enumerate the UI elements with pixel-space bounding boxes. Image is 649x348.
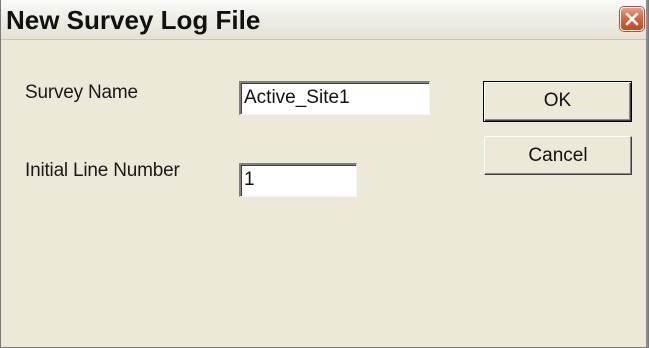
survey-name-field[interactable] xyxy=(239,81,430,115)
ok-button[interactable]: OK xyxy=(483,81,632,122)
close-button[interactable] xyxy=(620,7,644,31)
ok-button-label: OK xyxy=(543,90,572,111)
survey-name-label: Survey Name xyxy=(25,82,138,103)
cancel-button-label: Cancel xyxy=(528,145,588,166)
dialog-title: New Survey Log File xyxy=(6,5,261,35)
initial-line-number-field[interactable] xyxy=(239,163,357,197)
initial-line-number-label: Initial Line Number xyxy=(25,160,180,181)
initial-line-number-input[interactable] xyxy=(244,168,351,192)
new-survey-log-dialog: New Survey Log File Survey Name Initial … xyxy=(0,0,649,348)
title-bar[interactable]: New Survey Log File xyxy=(1,0,648,40)
window-border xyxy=(646,0,648,348)
close-icon xyxy=(625,12,639,26)
cancel-button[interactable]: Cancel xyxy=(484,136,632,175)
survey-name-input[interactable] xyxy=(244,86,424,110)
